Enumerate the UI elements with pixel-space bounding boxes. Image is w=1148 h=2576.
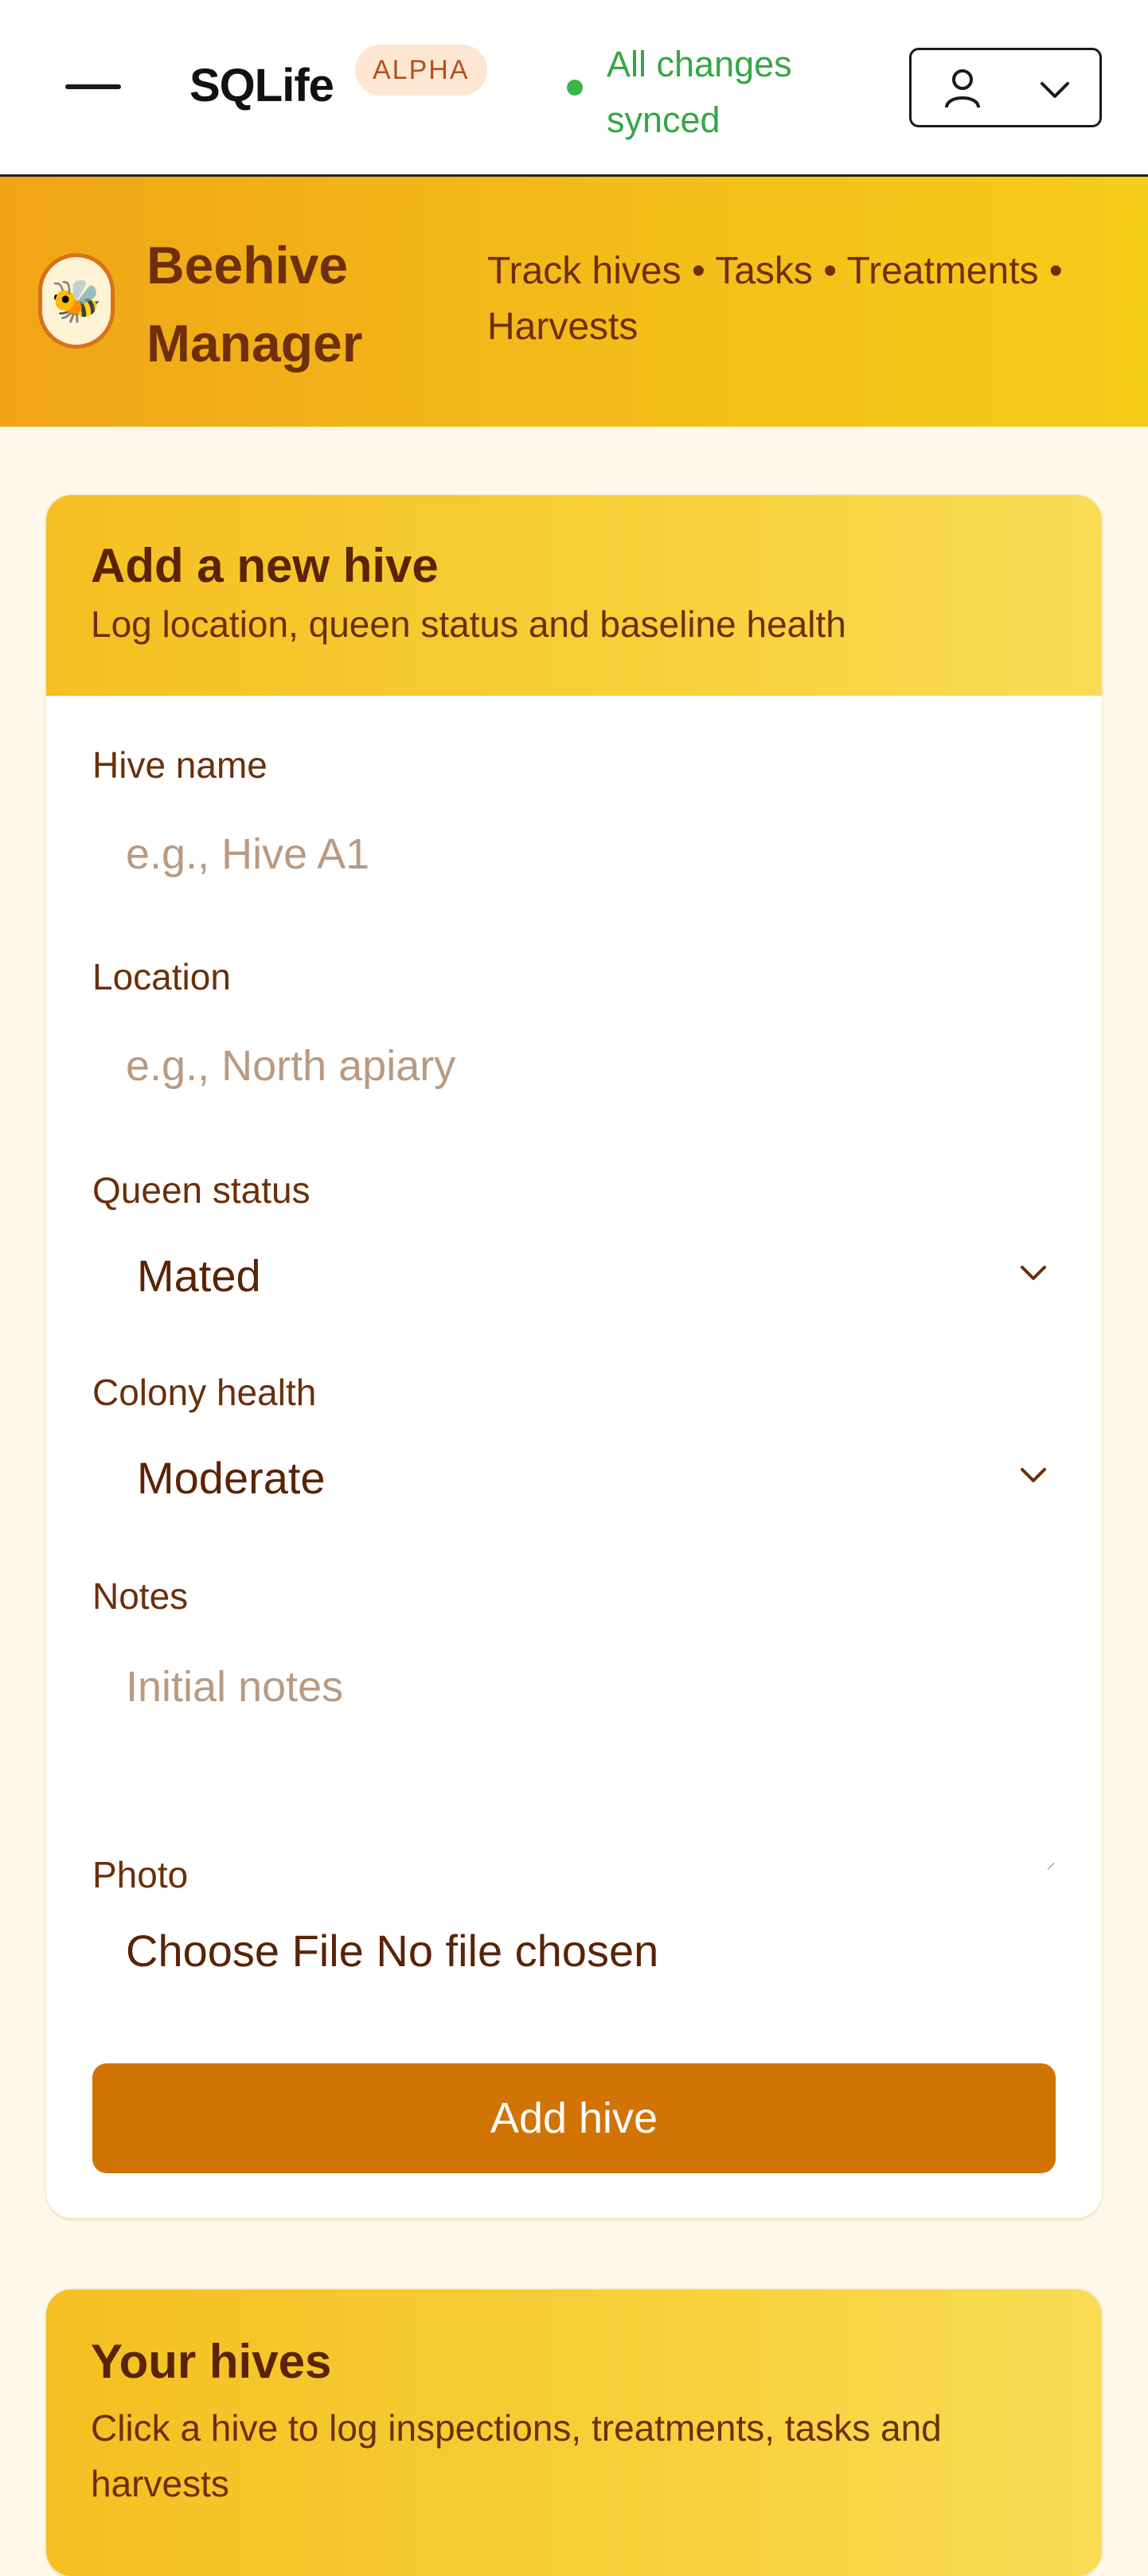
top-app-bar: SQLife ALPHA All changes synced [0, 0, 1148, 177]
chevron-down-icon [1021, 1468, 1046, 1482]
photo-file-input[interactable]: Choose File No file chosen [126, 1925, 658, 1977]
colony-health-select[interactable]: Moderate [92, 1434, 1056, 1522]
chevron-down-icon [1021, 1266, 1046, 1280]
hive-name-label: Hive name [92, 744, 267, 786]
menu-icon[interactable] [65, 84, 121, 89]
nav-link-harvests[interactable]: Harvests [487, 306, 638, 348]
add-hive-card: Add a new hive Log location, queen statu… [46, 495, 1102, 2218]
your-hives-card: Your hives Click a hive to log inspectio… [46, 2289, 1102, 2576]
photo-label: Photo [92, 1854, 189, 1895]
your-hives-header: Your hives Click a hive to log inspectio… [46, 2289, 1102, 2576]
nav-separator: • [1048, 250, 1063, 292]
add-hive-header: Add a new hive Log location, queen statu… [46, 495, 1102, 696]
hero-nav: Track hives • Tasks • Treatments • Harve… [487, 244, 1124, 355]
location-label: Location [92, 956, 231, 997]
nav-separator: • [691, 250, 705, 292]
your-hives-title: Your hives [91, 2335, 332, 2388]
add-hive-title: Add a new hive [91, 539, 439, 592]
notes-textarea[interactable] [92, 1630, 1056, 1805]
user-icon [945, 69, 980, 108]
nav-separator: • [823, 250, 838, 292]
sync-status-dot-icon [567, 80, 583, 96]
add-hive-subtitle: Log location, queen status and baseline … [91, 603, 846, 645]
add-hive-button[interactable]: Add hive [92, 2063, 1056, 2173]
queen-status-label: Queen status [92, 1169, 310, 1211]
alpha-badge: ALPHA [355, 45, 487, 96]
hero-banner: 🐝 Beehive Manager Track hives • Tasks • … [0, 177, 1148, 427]
user-menu-button[interactable] [909, 48, 1102, 127]
chevron-down-icon [1041, 82, 1069, 98]
your-hives-subtitle: Click a hive to log inspections, treatme… [91, 2407, 942, 2504]
colony-health-value: Moderate [137, 1453, 326, 1503]
bee-icon: 🐝 [38, 253, 115, 349]
page-title: Beehive Manager [146, 236, 363, 373]
file-status-text: No file chosen [376, 1926, 659, 1976]
nav-link-track-hives[interactable]: Track hives [487, 250, 681, 292]
location-input[interactable] [92, 1022, 1056, 1110]
nav-link-treatments[interactable]: Treatments [847, 250, 1039, 292]
app-brand: SQLife [189, 60, 334, 111]
notes-label: Notes [92, 1575, 189, 1617]
sync-status-text: All changes synced [607, 44, 792, 140]
hive-name-input[interactable] [92, 810, 1056, 898]
nav-link-tasks[interactable]: Tasks [715, 250, 813, 292]
colony-health-label: Colony health [92, 1372, 317, 1413]
queen-status-value: Mated [137, 1251, 261, 1301]
resize-handle-icon[interactable]: ⸝ [1046, 1848, 1056, 1873]
choose-file-button[interactable]: Choose File [126, 1926, 364, 1976]
queen-status-select[interactable]: Mated [92, 1232, 1056, 1320]
